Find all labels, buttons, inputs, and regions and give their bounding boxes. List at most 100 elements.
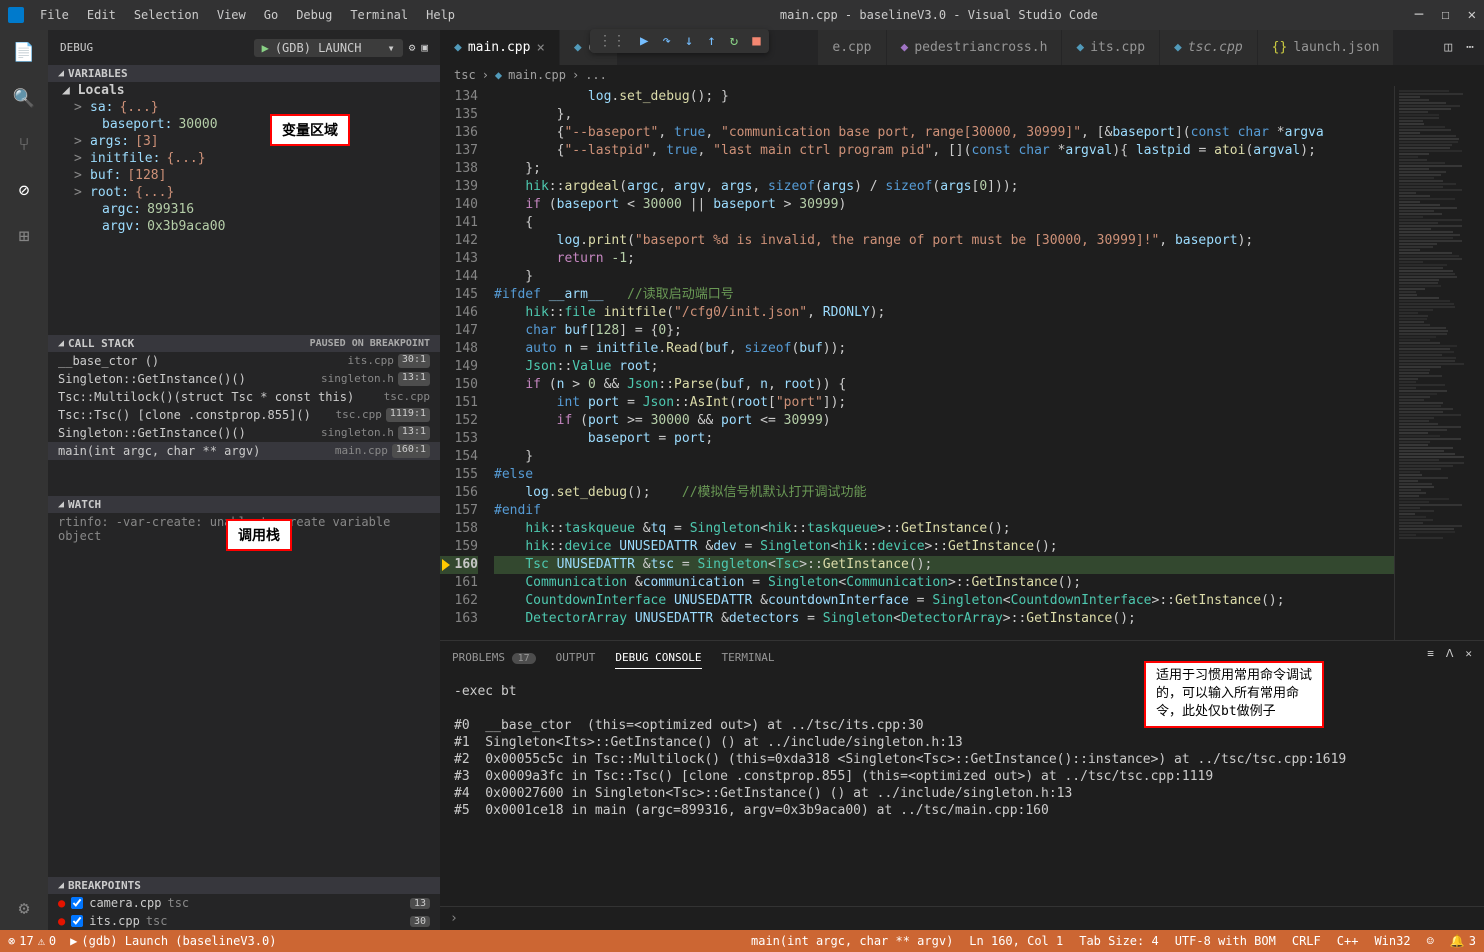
panel-tab-output[interactable]: OUTPUT	[556, 647, 596, 669]
status-function[interactable]: main(int argc, char ** argv)	[751, 934, 953, 948]
status-tabsize[interactable]: Tab Size: 4	[1079, 934, 1158, 948]
play-icon: ▶	[262, 41, 269, 55]
debug-icon[interactable]: ⊘	[12, 178, 36, 202]
drag-handle-icon[interactable]: ⋮⋮	[598, 33, 626, 49]
titlebar: File Edit Selection View Go Debug Termin…	[0, 0, 1484, 30]
menu-edit[interactable]: Edit	[79, 4, 124, 26]
editor-area: ◆ main.cpp × ◆ca ⋮⋮ ▶ ↷ ↓ ↑ ↻ ■ e.cpp ◆p…	[440, 30, 1484, 930]
annotation-callstack: 调用栈	[226, 519, 292, 551]
stop-icon[interactable]: ■	[752, 33, 760, 49]
status-eol[interactable]: CRLF	[1292, 934, 1321, 948]
status-encoding[interactable]: UTF-8 with BOM	[1175, 934, 1276, 948]
close-tab-icon[interactable]: ×	[536, 40, 544, 56]
variable-item[interactable]: >buf: [128]	[48, 167, 440, 184]
callstack-frame[interactable]: Tsc::Multilock()(struct Tsc * const this…	[48, 388, 440, 406]
more-icon[interactable]: ⋯	[1466, 40, 1474, 55]
breakpoints-header[interactable]: ◢BREAKPOINTS	[48, 877, 440, 894]
menu-go[interactable]: Go	[256, 4, 286, 26]
annotation-variables: 变量区域	[270, 114, 350, 146]
vscode-logo-icon	[8, 7, 24, 23]
settings-icon[interactable]: ⚙	[12, 896, 36, 920]
menu-debug[interactable]: Debug	[288, 4, 340, 26]
launch-label: (gdb) Launch	[275, 41, 362, 55]
menu-file[interactable]: File	[32, 4, 77, 26]
panel-tab-terminal[interactable]: TERMINAL	[722, 647, 775, 669]
tab-e-cpp[interactable]: e.cpp	[818, 30, 886, 65]
tab-main-cpp[interactable]: ◆ main.cpp ×	[440, 30, 560, 65]
variable-item[interactable]: baseport: 30000	[48, 116, 440, 133]
callstack-frame[interactable]: Singleton::GetInstance()()singleton.h13:…	[48, 424, 440, 442]
debug-console-input[interactable]: ›	[440, 906, 1484, 930]
callstack-header[interactable]: ◢CALL STACK PAUSED ON BREAKPOINT	[48, 335, 440, 352]
step-out-icon[interactable]: ↑	[707, 33, 715, 49]
step-over-icon[interactable]: ↷	[662, 33, 670, 49]
extensions-icon[interactable]: ⊞	[12, 224, 36, 248]
status-feedback-icon[interactable]: ☺	[1427, 934, 1434, 948]
status-errors[interactable]: ⊗ 17 ⚠ 0	[8, 934, 56, 948]
status-os[interactable]: Win32	[1374, 934, 1410, 948]
menu-selection[interactable]: Selection	[126, 4, 207, 26]
menu-help[interactable]: Help	[418, 4, 463, 26]
variable-item[interactable]: >root: {...}	[48, 184, 440, 201]
continue-icon[interactable]: ▶	[640, 33, 648, 49]
collapse-panel-icon[interactable]: ᐱ	[1446, 647, 1454, 669]
tab-launch-json[interactable]: {}launch.json	[1258, 30, 1395, 65]
callstack-frame[interactable]: Singleton::GetInstance()()singleton.h13:…	[48, 370, 440, 388]
variables-list: ◢ Locals >sa: {...}baseport: 30000>args:…	[48, 82, 440, 235]
variable-item[interactable]: >initfile: {...}	[48, 150, 440, 167]
breakpoints-list: ●camera.cpptsc13●its.cpptsc30	[48, 894, 440, 930]
close-icon[interactable]: ✕	[1468, 7, 1476, 23]
panel-tab-debug-console[interactable]: DEBUG CONSOLE	[615, 647, 701, 669]
maximize-icon[interactable]: ☐	[1441, 7, 1449, 23]
debug-sidebar: DEBUG ▶ (gdb) Launch ▾ ⚙ ▣ ◢VARIABLES ◢ …	[48, 30, 440, 930]
variable-item[interactable]: argv: 0x3b9aca00	[48, 218, 440, 235]
callstack-frame[interactable]: Tsc::Tsc() [clone .constprop.855]()tsc.c…	[48, 406, 440, 424]
tab-its-cpp[interactable]: ◆its.cpp	[1062, 30, 1160, 65]
annotation-console: 适用于习惯用常用命令调试的，可以输入所有常用命令，此处仅bt做例子	[1144, 661, 1324, 728]
activity-bar: 📄 🔍 ⑂ ⊘ ⊞ ⚙	[0, 30, 48, 930]
breakpoint-checkbox[interactable]	[71, 915, 83, 927]
split-editor-icon[interactable]: ◫	[1444, 40, 1452, 55]
callstack-frame[interactable]: __base_ctor ()its.cpp30:1	[48, 352, 440, 370]
sidebar-title: DEBUG	[60, 41, 93, 54]
search-icon[interactable]: 🔍	[12, 86, 36, 110]
variable-item[interactable]: >args: [3]	[48, 133, 440, 150]
console-icon[interactable]: ▣	[421, 41, 428, 54]
chevron-down-icon: ▾	[388, 41, 395, 55]
variable-item[interactable]: >sa: {...}	[48, 99, 440, 116]
variables-header[interactable]: ◢VARIABLES	[48, 65, 440, 82]
source-control-icon[interactable]: ⑂	[12, 132, 36, 156]
restart-icon[interactable]: ↻	[730, 33, 738, 49]
minimize-icon[interactable]: ─	[1415, 7, 1423, 23]
status-language[interactable]: C++	[1337, 934, 1359, 948]
status-position[interactable]: Ln 160, Col 1	[969, 934, 1063, 948]
filter-icon[interactable]: ≡	[1427, 647, 1434, 669]
breakpoint-item[interactable]: ●camera.cpptsc13	[48, 894, 440, 912]
status-launch[interactable]: ▶ (gdb) Launch (baselineV3.0)	[70, 934, 276, 948]
locals-group[interactable]: ◢ Locals	[48, 82, 440, 99]
tab-pedestriancross[interactable]: ◆pedestriancross.h	[887, 30, 1063, 65]
breadcrumb[interactable]: tsc › ◆ main.cpp › ...	[440, 65, 1484, 86]
window-controls: ─ ☐ ✕	[1415, 7, 1476, 23]
tab-tsc-cpp[interactable]: ◆tsc.cpp	[1160, 30, 1258, 65]
variable-item[interactable]: argc: 899316	[48, 201, 440, 218]
minimap[interactable]	[1394, 86, 1484, 640]
breakpoint-checkbox[interactable]	[71, 897, 83, 909]
bottom-panel: PROBLEMS 17 OUTPUT DEBUG CONSOLE TERMINA…	[440, 640, 1484, 930]
launch-config-dropdown[interactable]: ▶ (gdb) Launch ▾	[254, 39, 403, 57]
watch-header[interactable]: ◢WATCH	[48, 496, 440, 513]
debug-console-output[interactable]: -exec bt #0 __base_ctor (this=<optimized…	[440, 675, 1484, 906]
window-title: main.cpp - baselineV3.0 - Visual Studio …	[463, 8, 1415, 22]
panel-tab-problems[interactable]: PROBLEMS 17	[452, 647, 536, 669]
step-into-icon[interactable]: ↓	[685, 33, 693, 49]
callstack-list: __base_ctor ()its.cpp30:1Singleton::GetI…	[48, 352, 440, 460]
code-editor[interactable]: 1341351361371381391401411421431441451461…	[440, 86, 1484, 640]
menu-terminal[interactable]: Terminal	[342, 4, 416, 26]
menu-view[interactable]: View	[209, 4, 254, 26]
callstack-frame[interactable]: main(int argc, char ** argv)main.cpp160:…	[48, 442, 440, 460]
explorer-icon[interactable]: 📄	[12, 40, 36, 64]
breakpoint-item[interactable]: ●its.cpptsc30	[48, 912, 440, 930]
gear-icon[interactable]: ⚙	[409, 41, 416, 54]
status-bell-icon[interactable]: 🔔 3	[1450, 934, 1476, 948]
close-panel-icon[interactable]: ✕	[1465, 647, 1472, 669]
